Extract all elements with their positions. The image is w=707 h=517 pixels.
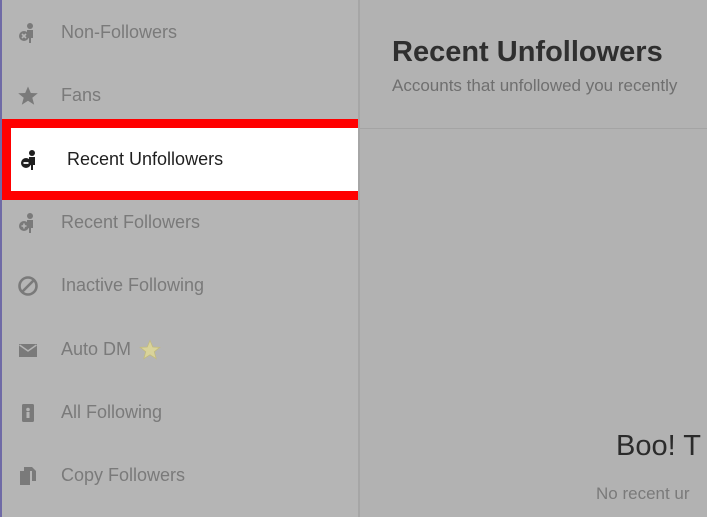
sidebar-item-fans[interactable]: Fans [2, 64, 358, 127]
person-plus-icon [17, 212, 39, 234]
person-cross-icon [19, 149, 41, 171]
sidebar-item-inactive-following[interactable]: Inactive Following [2, 254, 358, 317]
sidebar-item-label: Non-Followers [61, 22, 178, 42]
premium-star-icon [139, 338, 161, 360]
sidebar-item-recent-unfollowers[interactable]: Recent Unfollowers [2, 119, 367, 200]
sidebar-item-auto-dm[interactable]: Auto DM [2, 318, 358, 381]
sidebar-item-label: Copy Followers [61, 465, 186, 485]
sidebar-item-label: All Following [61, 402, 163, 422]
envelope-icon [17, 339, 39, 361]
main-panel: Recent Unfollowers Accounts that unfollo… [360, 0, 707, 517]
page-subtitle: Accounts that unfollowed you recently [392, 76, 678, 95]
person-card-icon [17, 402, 39, 424]
sidebar-item-copy-followers[interactable]: Copy Followers [2, 444, 358, 507]
sidebar-item-non-followers[interactable]: Non-Followers [2, 1, 358, 64]
star-icon [17, 85, 39, 107]
sidebar-item-label: Recent Unfollowers [67, 149, 224, 169]
sidebar-item-recent-followers[interactable]: Recent Followers [2, 191, 358, 254]
empty-state-title: Boo! T [616, 430, 701, 462]
prohibited-icon [17, 275, 39, 297]
sidebar-item-all-following[interactable]: All Following [2, 381, 358, 444]
page-title: Recent Unfollowers [392, 36, 663, 68]
sidebar-item-label: Fans [61, 85, 102, 105]
person-cross-icon [17, 22, 39, 44]
sidebar-item-label: Auto DM [61, 339, 132, 359]
page-header: Recent Unfollowers Accounts that unfollo… [360, 0, 707, 129]
copy-icon [17, 465, 39, 487]
empty-state-subtitle: No recent ur [596, 484, 690, 503]
sidebar-item-label: Recent Followers [61, 212, 201, 232]
sidebar-item-label: Inactive Following [61, 275, 205, 295]
sidebar: Non-Followers Fans Recent Unfollowers Re… [2, 0, 367, 517]
